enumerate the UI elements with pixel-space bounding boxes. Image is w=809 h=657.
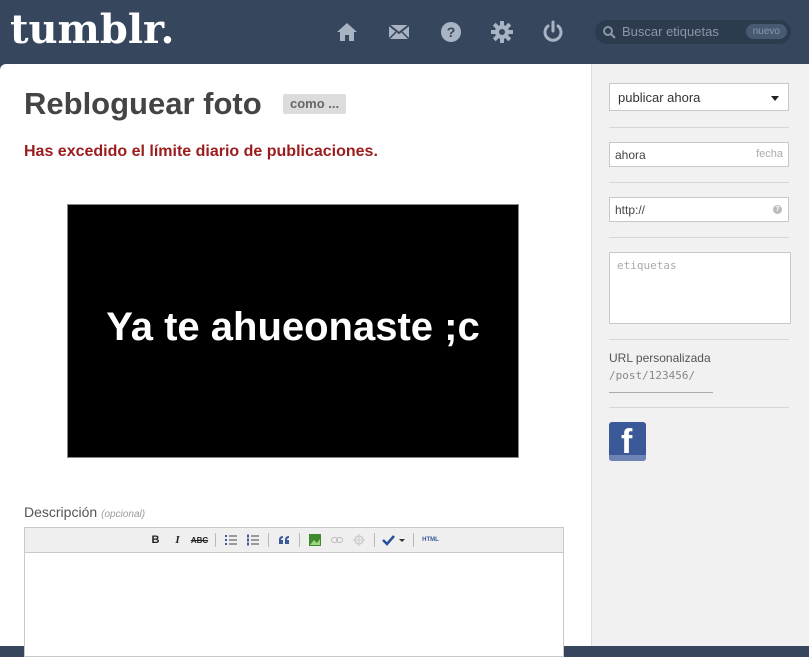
custom-url-underline — [609, 392, 713, 393]
search-icon — [602, 25, 616, 39]
bullet-list-icon[interactable] — [222, 531, 240, 549]
toolbar-separator — [298, 533, 300, 547]
source-url-value: http:// — [615, 203, 646, 217]
tumblr-logo[interactable]: tumblr. — [10, 6, 174, 53]
como-button[interactable]: como ... — [283, 94, 347, 114]
tags-placeholder: etiquetas — [617, 259, 677, 272]
reblog-photo: Ya te ahueonaste ;c — [67, 204, 519, 458]
reblog-form: Rebloguear foto como ... Has excedido el… — [0, 64, 591, 657]
photo-text: Ya te ahueonaste ;c — [106, 305, 480, 349]
home-icon[interactable] — [335, 20, 359, 44]
source-url-field[interactable]: http:// ? — [609, 197, 789, 222]
toolbar-separator — [412, 533, 414, 547]
facebook-icon-strip — [609, 455, 646, 461]
gear-icon[interactable] — [490, 20, 514, 44]
spellcheck-icon[interactable] — [381, 531, 407, 549]
insert-image-icon[interactable] — [306, 531, 324, 549]
optional-hint: (opcional) — [101, 509, 146, 520]
description-label-text: Descripción — [24, 504, 98, 520]
custom-url-label: URL personalizada — [609, 351, 711, 365]
unlink-icon[interactable] — [350, 531, 368, 549]
tags-field[interactable]: etiquetas — [609, 252, 791, 324]
publish-sidebar: publicar ahora ahora fecha http:// ? eti… — [591, 64, 809, 646]
divider — [609, 237, 789, 238]
date-hint: fecha — [756, 148, 783, 160]
editor-toolbar: B I ABC HTML — [25, 528, 563, 553]
search-input[interactable]: Buscar etiquetas nuevo — [595, 20, 791, 44]
facebook-share-button[interactable]: f — [609, 422, 646, 461]
strikethrough-button[interactable]: ABC — [191, 531, 209, 549]
divider — [609, 339, 789, 340]
divider — [609, 127, 789, 128]
divider — [609, 407, 789, 408]
mail-icon[interactable] — [387, 20, 411, 44]
power-icon[interactable] — [541, 20, 565, 44]
description-label: Descripción (opcional) — [24, 504, 145, 520]
date-field[interactable]: ahora fecha — [609, 142, 789, 167]
new-badge: nuevo — [745, 24, 787, 39]
top-bar: tumblr. ? Buscar etiquetas nuevo — [0, 0, 809, 64]
page-title: Rebloguear foto — [24, 86, 262, 121]
numbered-list-icon[interactable] — [244, 531, 262, 549]
bold-button[interactable]: B — [147, 531, 165, 549]
description-editor[interactable]: B I ABC HTML — [24, 527, 564, 657]
search-placeholder: Buscar etiquetas — [622, 24, 719, 39]
toolbar-separator — [214, 533, 216, 547]
link-icon[interactable] — [328, 531, 346, 549]
error-message: Has excedido el límite diario de publica… — [24, 143, 378, 160]
toolbar-separator — [373, 533, 375, 547]
divider — [609, 182, 789, 183]
publish-select[interactable]: publicar ahora — [609, 83, 789, 111]
help-icon[interactable]: ? — [773, 205, 782, 214]
date-value: ahora — [615, 148, 646, 162]
svg-text:?: ? — [447, 24, 456, 40]
italic-button[interactable]: I — [169, 531, 187, 549]
chevron-down-icon — [771, 96, 779, 101]
html-button[interactable]: HTML — [420, 531, 442, 549]
custom-url-input[interactable]: /post/123456/ — [609, 369, 695, 382]
toolbar-separator — [267, 533, 269, 547]
publish-select-value: publicar ahora — [618, 90, 701, 105]
help-icon[interactable]: ? — [439, 20, 463, 44]
blockquote-icon[interactable] — [275, 531, 293, 549]
